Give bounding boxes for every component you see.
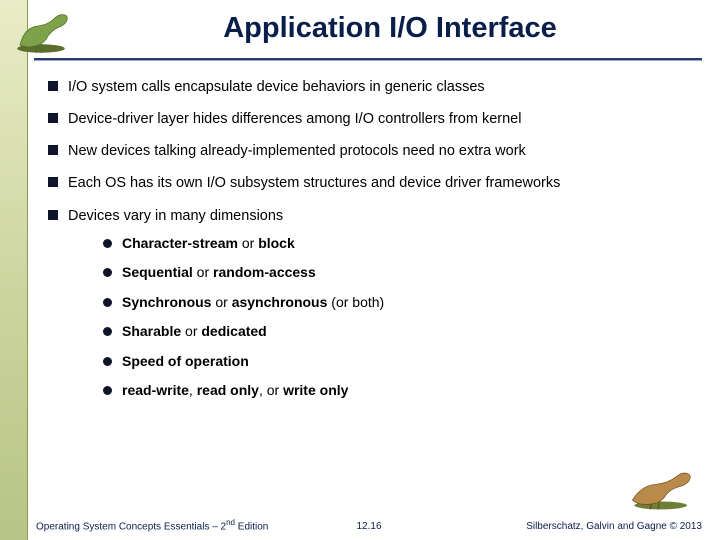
bold-text: Sharable	[122, 323, 181, 339]
plain-text: or	[181, 323, 201, 339]
footer-right: Silberschatz, Galvin and Gagne © 2013	[526, 521, 702, 532]
bullet-item: Devices vary in many dimensions Character…	[44, 207, 696, 400]
sub-bullet-item: Sequential or random-access	[100, 264, 696, 282]
bullet-text: Devices vary in many dimensions	[68, 208, 283, 224]
plain-text: or	[211, 294, 231, 310]
bold-text: Synchronous	[122, 294, 211, 310]
left-strip	[0, 0, 28, 540]
bold-text: random-access	[213, 264, 316, 280]
sub-bullet-item: read-write, read only, or write only	[100, 382, 696, 400]
bullet-text: Each OS has its own I/O subsystem struct…	[68, 175, 560, 191]
bullet-list: I/O system calls encapsulate device beha…	[44, 78, 696, 400]
sub-bullet-item: Character-stream or block	[100, 235, 696, 253]
bold-text: write only	[283, 382, 348, 398]
sub-bullet-list: Character-stream or block Sequential or r…	[100, 235, 696, 400]
bold-text: Speed of operation	[122, 353, 249, 369]
bullet-item: Each OS has its own I/O subsystem struct…	[44, 174, 696, 192]
bullet-item: New devices talking already-implemented …	[44, 142, 696, 160]
bold-text: asynchronous	[232, 294, 328, 310]
bold-text: dedicated	[201, 323, 266, 339]
footer: Operating System Concepts Essentials – 2…	[36, 514, 702, 532]
plain-text: ,	[189, 382, 197, 398]
dinosaur-bottom-icon	[622, 466, 702, 512]
bold-text: read only	[197, 382, 259, 398]
plain-text: , or	[259, 382, 283, 398]
sub-bullet-item: Sharable or dedicated	[100, 323, 696, 341]
bullet-text: Device-driver layer hides differences am…	[68, 111, 521, 127]
bold-text: Sequential	[122, 264, 193, 280]
bullet-item: I/O system calls encapsulate device beha…	[44, 78, 696, 96]
bullet-item: Device-driver layer hides differences am…	[44, 110, 696, 128]
title-rule	[34, 58, 702, 61]
slide-content: I/O system calls encapsulate device beha…	[44, 78, 696, 480]
plain-text: or	[238, 235, 258, 251]
bold-text: Character-stream	[122, 235, 238, 251]
plain-text: (or both)	[327, 294, 384, 310]
bullet-text: I/O system calls encapsulate device beha…	[68, 79, 485, 95]
slide-title: Application I/O Interface	[90, 12, 690, 45]
slide: Application I/O Interface I/O system cal…	[0, 0, 720, 540]
bold-text: read-write	[122, 382, 189, 398]
sub-bullet-item: Synchronous or asynchronous (or both)	[100, 294, 696, 312]
bold-text: block	[258, 235, 295, 251]
dinosaur-top-icon	[6, 4, 76, 58]
bullet-text: New devices talking already-implemented …	[68, 143, 526, 159]
sub-bullet-item: Speed of operation	[100, 353, 696, 371]
plain-text: or	[193, 264, 213, 280]
